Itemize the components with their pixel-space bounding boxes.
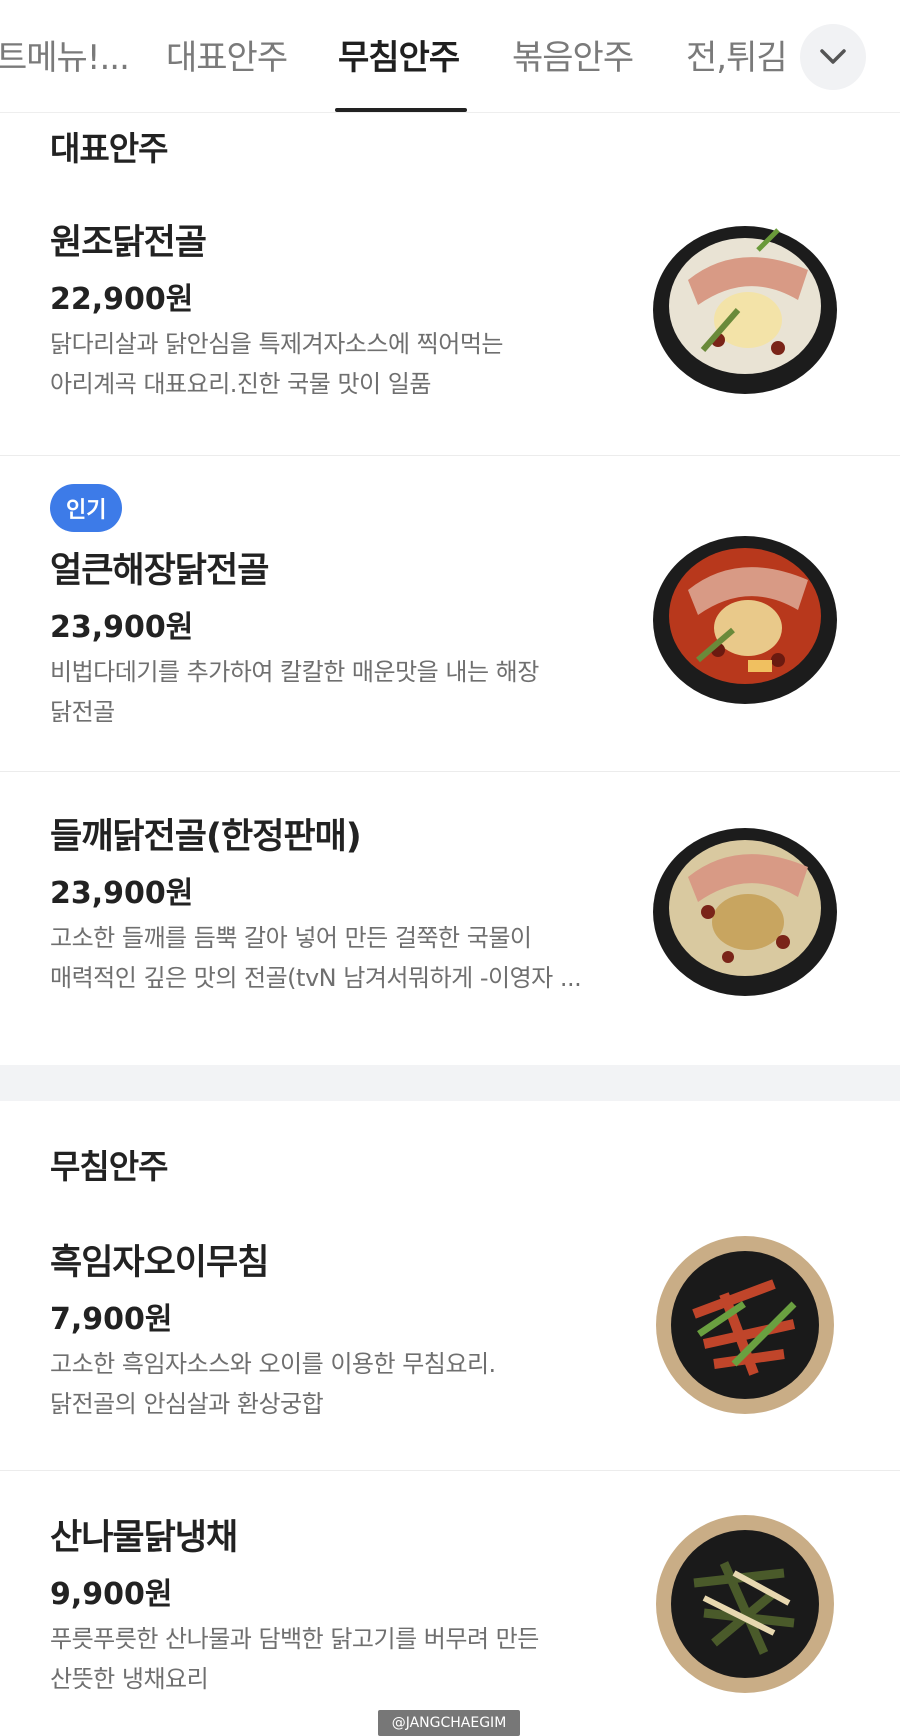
chicken-hotpot-image [653, 226, 837, 394]
section-title-signature: 대표안주 [50, 129, 168, 168]
menu-item-name: 얼큰해장닭전골 [50, 551, 269, 591]
active-tab-indicator [335, 108, 467, 112]
spicy-chicken-hotpot-image [653, 536, 837, 704]
menu-item-price: 23,900원 [50, 610, 194, 645]
menu-item-description: 고소한 흑임자소스와 오이를 이용한 무침요리. 닭전골의 안심살과 환상궁합 [50, 1350, 496, 1418]
section-separator [0, 1065, 900, 1101]
tab-set-menu[interactable]: 트메뉴!... [0, 30, 130, 79]
menu-item-description: 푸릇푸릇한 산나물과 담백한 닭고기를 버무려 만든 산뜻한 냉채요리 [50, 1625, 539, 1693]
tab-signature[interactable]: 대표안주 [166, 30, 288, 79]
menu-item-name: 들깨닭전골(한정판매) [50, 817, 362, 857]
tab-stir-fried[interactable]: 볶음안주 [512, 30, 634, 79]
menu-item-name: 산나물닭냉채 [50, 1518, 238, 1558]
menu-item-name: 원조닭전골 [50, 223, 207, 263]
divider [0, 455, 900, 456]
menu-item-price: 22,900원 [50, 282, 194, 317]
expand-tabs-button[interactable] [800, 24, 866, 90]
menu-item-price: 7,900원 [50, 1302, 173, 1337]
divider [0, 771, 900, 772]
chevron-down-icon [820, 49, 846, 64]
menu-item-description: 고소한 들깨를 듬뿍 갈아 넣어 만든 걸쭉한 국물이 매력적인 깊은 맛의 전… [50, 924, 582, 992]
menu-item-description: 비법다데기를 추가하여 칼칼한 매운맛을 내는 해장 닭전골 [50, 658, 539, 726]
divider [0, 1470, 900, 1471]
wild-greens-chicken-salad-image [656, 1515, 834, 1693]
tab-fried[interactable]: 전,튀김 [686, 30, 788, 79]
menu-item-price: 9,900원 [50, 1577, 173, 1612]
category-tab-bar: 트메뉴!... 대표안주 무침안주 볶음안주 전,튀김 [0, 0, 900, 113]
section-title-seasoned: 무침안주 [50, 1147, 168, 1186]
menu-item-name: 흑임자오이무침 [50, 1243, 269, 1283]
tab-seasoned[interactable]: 무침안주 [338, 30, 460, 79]
cucumber-salad-image [656, 1236, 834, 1414]
perilla-chicken-hotpot-image [653, 828, 837, 996]
menu-item-price: 23,900원 [50, 876, 194, 911]
popular-badge: 인기 [50, 484, 123, 532]
watermark: @JANGCHAEGIM [378, 1710, 520, 1736]
menu-item-description: 닭다리살과 닭안심을 특제겨자소스에 찍어먹는 아리계곡 대표요리.진한 국물 … [50, 330, 504, 398]
